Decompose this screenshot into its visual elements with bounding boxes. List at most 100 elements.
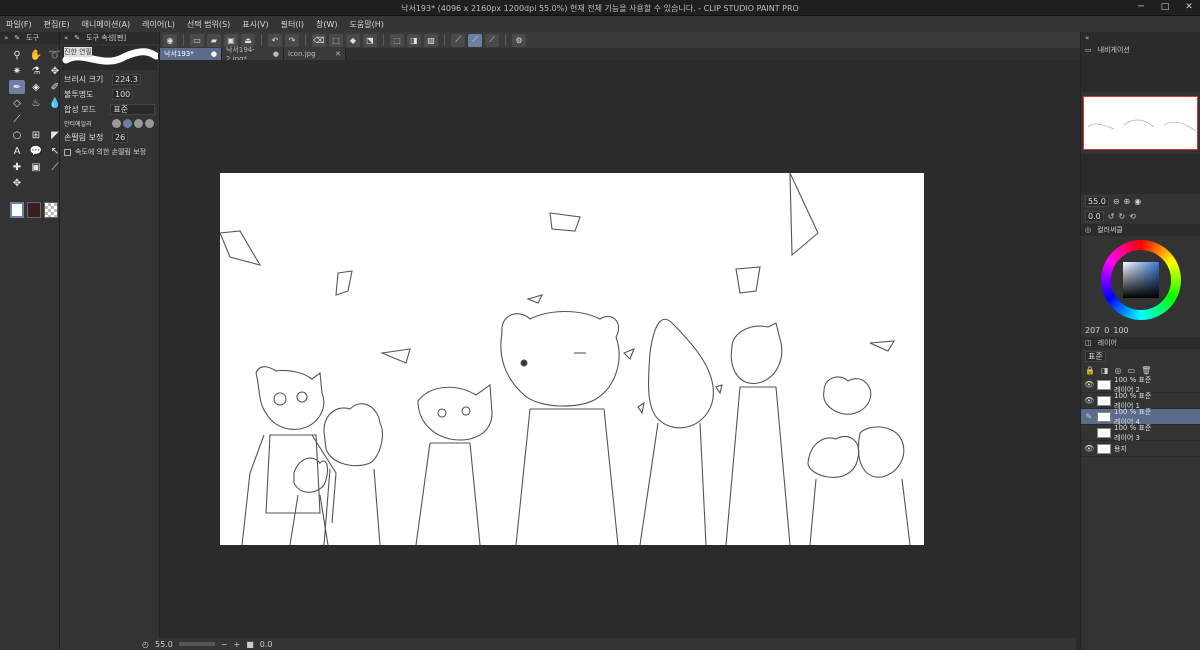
collapse-icon[interactable]: « bbox=[1085, 34, 1089, 42]
sv-square[interactable] bbox=[1123, 262, 1159, 298]
menu-animation[interactable]: 애니메이션(A) bbox=[82, 19, 131, 30]
opacity-value[interactable]: 100 bbox=[112, 89, 134, 100]
main-color-swatch[interactable] bbox=[10, 202, 24, 218]
menu-file[interactable]: 파일(F) bbox=[6, 19, 32, 30]
rotate-left-icon[interactable]: ↺ bbox=[1108, 212, 1115, 221]
clip-icon[interactable]: ◨ bbox=[1101, 366, 1109, 375]
eye-icon[interactable]: 👁 bbox=[1084, 444, 1094, 453]
open-file-icon[interactable]: ▰ bbox=[207, 33, 221, 47]
fit-icon[interactable]: ■ bbox=[246, 640, 254, 649]
reset-rotate-icon[interactable]: ⟲ bbox=[1129, 212, 1136, 221]
close-icon[interactable]: ✕ bbox=[1184, 1, 1194, 13]
ruler-icon[interactable]: ⟋ bbox=[9, 112, 25, 126]
menu-view[interactable]: 표시(V) bbox=[242, 19, 268, 30]
lock-icon[interactable]: 🔒 bbox=[1085, 366, 1095, 375]
menu-window[interactable]: 창(W) bbox=[316, 19, 338, 30]
navigator-fit-icon[interactable]: ◉ bbox=[1134, 197, 1141, 206]
drawing-canvas[interactable] bbox=[220, 173, 924, 545]
vertical-scrollbar[interactable] bbox=[1069, 60, 1076, 638]
stabilize-value[interactable]: 26 bbox=[112, 132, 129, 143]
grid-snap-icon[interactable]: ⟋ bbox=[485, 33, 499, 47]
transform-icon[interactable]: ✥ bbox=[9, 176, 25, 190]
deselect-icon[interactable]: ⬚ bbox=[390, 33, 404, 47]
eraser-icon[interactable]: ◇ bbox=[9, 96, 25, 110]
zoom-icon[interactable]: ⚲ bbox=[9, 48, 25, 62]
fill-selection-icon[interactable]: ◆ bbox=[346, 33, 360, 47]
color-wheel-area[interactable] bbox=[1081, 236, 1200, 324]
navigator-title: 내비게이션 bbox=[1097, 46, 1130, 54]
select-all-icon[interactable]: ◨ bbox=[407, 33, 421, 47]
zoom-out-icon[interactable]: − bbox=[221, 640, 228, 649]
blend-label: 합성 모드 bbox=[64, 105, 96, 114]
navigator-preview[interactable] bbox=[1083, 96, 1198, 150]
eye-icon[interactable]: 👁 bbox=[1084, 380, 1094, 389]
smudge-icon[interactable]: ♨ bbox=[28, 96, 44, 110]
text-icon[interactable]: A bbox=[9, 144, 25, 158]
maximize-icon[interactable]: □ bbox=[1160, 1, 1170, 13]
tab-doc-3[interactable]: icon.jpg ✕ bbox=[284, 48, 346, 60]
transform-icon[interactable]: ⬔ bbox=[363, 33, 377, 47]
navigator-angle[interactable]: 0.0 bbox=[1085, 211, 1104, 222]
sub-color-swatch[interactable] bbox=[27, 202, 41, 218]
aa-strong-icon[interactable] bbox=[145, 119, 154, 128]
ruler-snap-icon[interactable]: ⟋ bbox=[451, 33, 465, 47]
zoom-in-icon[interactable]: + bbox=[234, 640, 241, 649]
brush-size-value[interactable]: 224.3 bbox=[112, 74, 141, 85]
angle-value[interactable]: 0.0 bbox=[260, 640, 273, 649]
menu-selection[interactable]: 선택 범위(S) bbox=[187, 19, 230, 30]
menu-edit[interactable]: 편집(E) bbox=[44, 19, 70, 30]
aa-mid-icon[interactable] bbox=[134, 119, 143, 128]
ellipse-icon[interactable]: ○ bbox=[9, 128, 25, 142]
rotate-right-icon[interactable]: ↻ bbox=[1118, 212, 1125, 221]
navigator-zoom[interactable]: 55.0 bbox=[1085, 196, 1109, 207]
frame-icon[interactable]: ⊞ bbox=[28, 128, 44, 142]
minimize-icon[interactable]: ─ bbox=[1136, 1, 1146, 13]
navigator-angle-row: 0.0 ↺ ↻ ⟲ bbox=[1081, 209, 1200, 224]
close-icon[interactable]: ✕ bbox=[335, 50, 341, 58]
eyedropper-icon[interactable]: ⚗ bbox=[28, 64, 44, 78]
clip-studio-icon[interactable]: ◉ bbox=[163, 33, 177, 47]
navigator-zoom-in-icon[interactable]: ⊕ bbox=[1124, 197, 1131, 206]
tab-doc-2[interactable]: 낙서194-2.jpg* ● bbox=[222, 46, 284, 63]
fill-icon[interactable]: ◈ bbox=[28, 80, 44, 94]
speed-checkbox[interactable] bbox=[64, 148, 71, 156]
navigator-zoom-out-icon[interactable]: ⊖ bbox=[1113, 197, 1120, 206]
wand-icon[interactable]: ✷ bbox=[9, 64, 25, 78]
collapse-icon[interactable]: » bbox=[4, 34, 8, 42]
hand-icon[interactable]: ✋ bbox=[28, 48, 44, 62]
navigator-icon[interactable]: ◴ bbox=[142, 640, 149, 649]
layer-row-paper[interactable]: 👁 용지 bbox=[1081, 441, 1200, 457]
special-ruler-snap-icon[interactable]: ⟋ bbox=[468, 33, 482, 47]
layer-thumbnail bbox=[1097, 427, 1111, 438]
layer-thumbnail bbox=[1097, 443, 1111, 454]
layer-row[interactable]: 100 % 표준 레이어 3 bbox=[1081, 424, 1200, 442]
tab-doc-1[interactable]: 낙서193* ● bbox=[160, 48, 222, 60]
undo-icon[interactable]: ↶ bbox=[268, 33, 282, 47]
menu-layer[interactable]: 레이어(L) bbox=[142, 19, 175, 30]
zoom-value[interactable]: 55.0 bbox=[155, 640, 173, 649]
redo-icon[interactable]: ↷ bbox=[285, 33, 299, 47]
aa-none-icon[interactable] bbox=[112, 119, 121, 128]
pen-icon[interactable]: ✒ bbox=[9, 80, 25, 94]
clear-outside-icon[interactable]: ⬚ bbox=[329, 33, 343, 47]
canvas-area[interactable] bbox=[160, 60, 1076, 638]
zoom-slider[interactable] bbox=[178, 642, 215, 646]
eye-icon[interactable]: 👁 bbox=[1084, 396, 1094, 405]
collapse-icon[interactable]: « bbox=[64, 34, 68, 42]
layer-blend-select[interactable]: 표준 bbox=[1085, 351, 1106, 362]
tab-label: 낙서193* bbox=[164, 50, 194, 58]
navigator-header: ▭ 내비게이션 bbox=[1081, 44, 1200, 56]
balloon-icon[interactable]: 💬 bbox=[28, 144, 44, 158]
settings-icon[interactable]: ⚙ bbox=[512, 33, 526, 47]
clear-icon[interactable]: ⌫ bbox=[312, 33, 326, 47]
new-file-icon[interactable]: ▭ bbox=[190, 33, 204, 47]
invert-selection-icon[interactable]: ▨ bbox=[424, 33, 438, 47]
menu-help[interactable]: 도움말(H) bbox=[350, 19, 384, 30]
transparent-swatch[interactable] bbox=[44, 202, 58, 218]
menu-filter[interactable]: 필터(I) bbox=[281, 19, 304, 30]
blend-select[interactable]: 표준 bbox=[110, 104, 155, 115]
operation-icon[interactable]: ✚ bbox=[9, 160, 25, 174]
aa-weak-icon[interactable] bbox=[123, 119, 132, 128]
stamp-icon[interactable]: ▣ bbox=[28, 160, 44, 174]
tool-panel-header: » ✎ 도구 bbox=[0, 32, 59, 44]
